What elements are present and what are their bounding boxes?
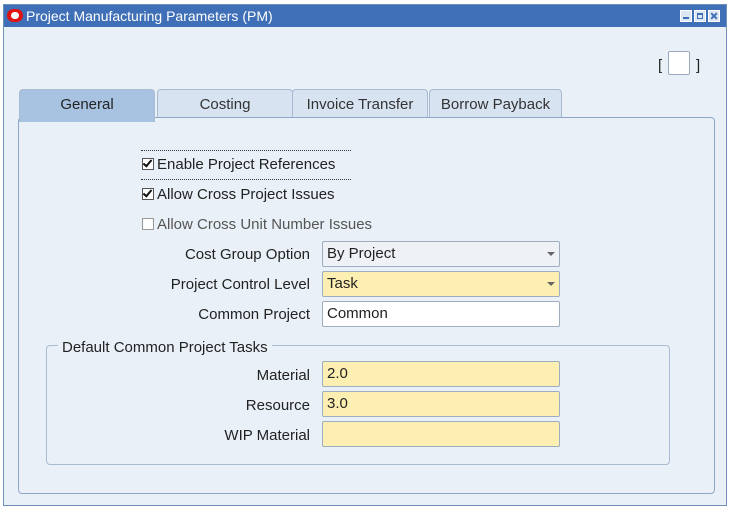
material-label: Material: [256, 367, 310, 384]
resource-value: 3.0: [327, 395, 348, 412]
checkbox-label: Enable Project References: [157, 156, 336, 173]
cost-group-option-select[interactable]: By Project: [322, 241, 560, 267]
folder-field[interactable]: [668, 51, 690, 75]
material-value: 2.0: [327, 365, 348, 382]
close-icon[interactable]: [708, 10, 720, 22]
bracket-right: ]: [696, 57, 701, 74]
minimize-icon[interactable]: [680, 10, 692, 22]
form-window: Project Manufacturing Parameters (PM) [ …: [3, 4, 727, 506]
common-project-value: Common: [327, 305, 388, 322]
tab-borrow-payback[interactable]: Borrow Payback: [429, 89, 562, 119]
checkbox-label: Allow Cross Unit Number Issues: [157, 216, 373, 233]
common-project-label: Common Project: [198, 306, 310, 323]
title-bar[interactable]: Project Manufacturing Parameters (PM): [4, 5, 726, 27]
allow-cross-project-issues-checkbox[interactable]: Allow Cross Project Issues: [142, 186, 335, 206]
checkbox-checked-icon[interactable]: [142, 188, 154, 200]
tab-general[interactable]: General: [19, 89, 155, 122]
resource-label: Resource: [245, 397, 310, 414]
group-title: Default Common Project Tasks: [58, 339, 272, 356]
tab-invoice-transfer[interactable]: Invoice Transfer: [292, 89, 428, 119]
bracket-left: [: [658, 57, 663, 74]
project-control-level-select[interactable]: Task: [322, 271, 560, 297]
maximize-icon[interactable]: [694, 10, 706, 22]
common-project-input[interactable]: Common: [322, 301, 560, 327]
checkbox-checked-icon[interactable]: [142, 158, 154, 170]
checkbox-unchecked-icon[interactable]: [142, 218, 154, 230]
cost-group-option-label: Cost Group Option: [184, 246, 310, 263]
tab-costing[interactable]: Costing: [157, 89, 293, 119]
window-title: Project Manufacturing Parameters (PM): [26, 8, 273, 24]
cost-group-option-value: By Project: [327, 245, 396, 262]
checkbox-label: Allow Cross Project Issues: [157, 186, 335, 203]
project-control-level-value: Task: [327, 275, 358, 292]
resource-input[interactable]: 3.0: [322, 391, 560, 417]
dropdown-arrow-icon[interactable]: [547, 252, 555, 256]
project-control-level-label: Project Control Level: [170, 276, 310, 293]
oracle-logo-icon: [7, 9, 23, 22]
wip-material-input[interactable]: [322, 421, 560, 447]
wip-material-label: WIP Material: [224, 427, 310, 444]
material-input[interactable]: 2.0: [322, 361, 560, 387]
enable-project-references-checkbox[interactable]: Enable Project References: [142, 156, 335, 176]
allow-cross-unit-number-issues-checkbox[interactable]: Allow Cross Unit Number Issues: [142, 216, 372, 236]
dropdown-arrow-icon[interactable]: [547, 282, 555, 286]
